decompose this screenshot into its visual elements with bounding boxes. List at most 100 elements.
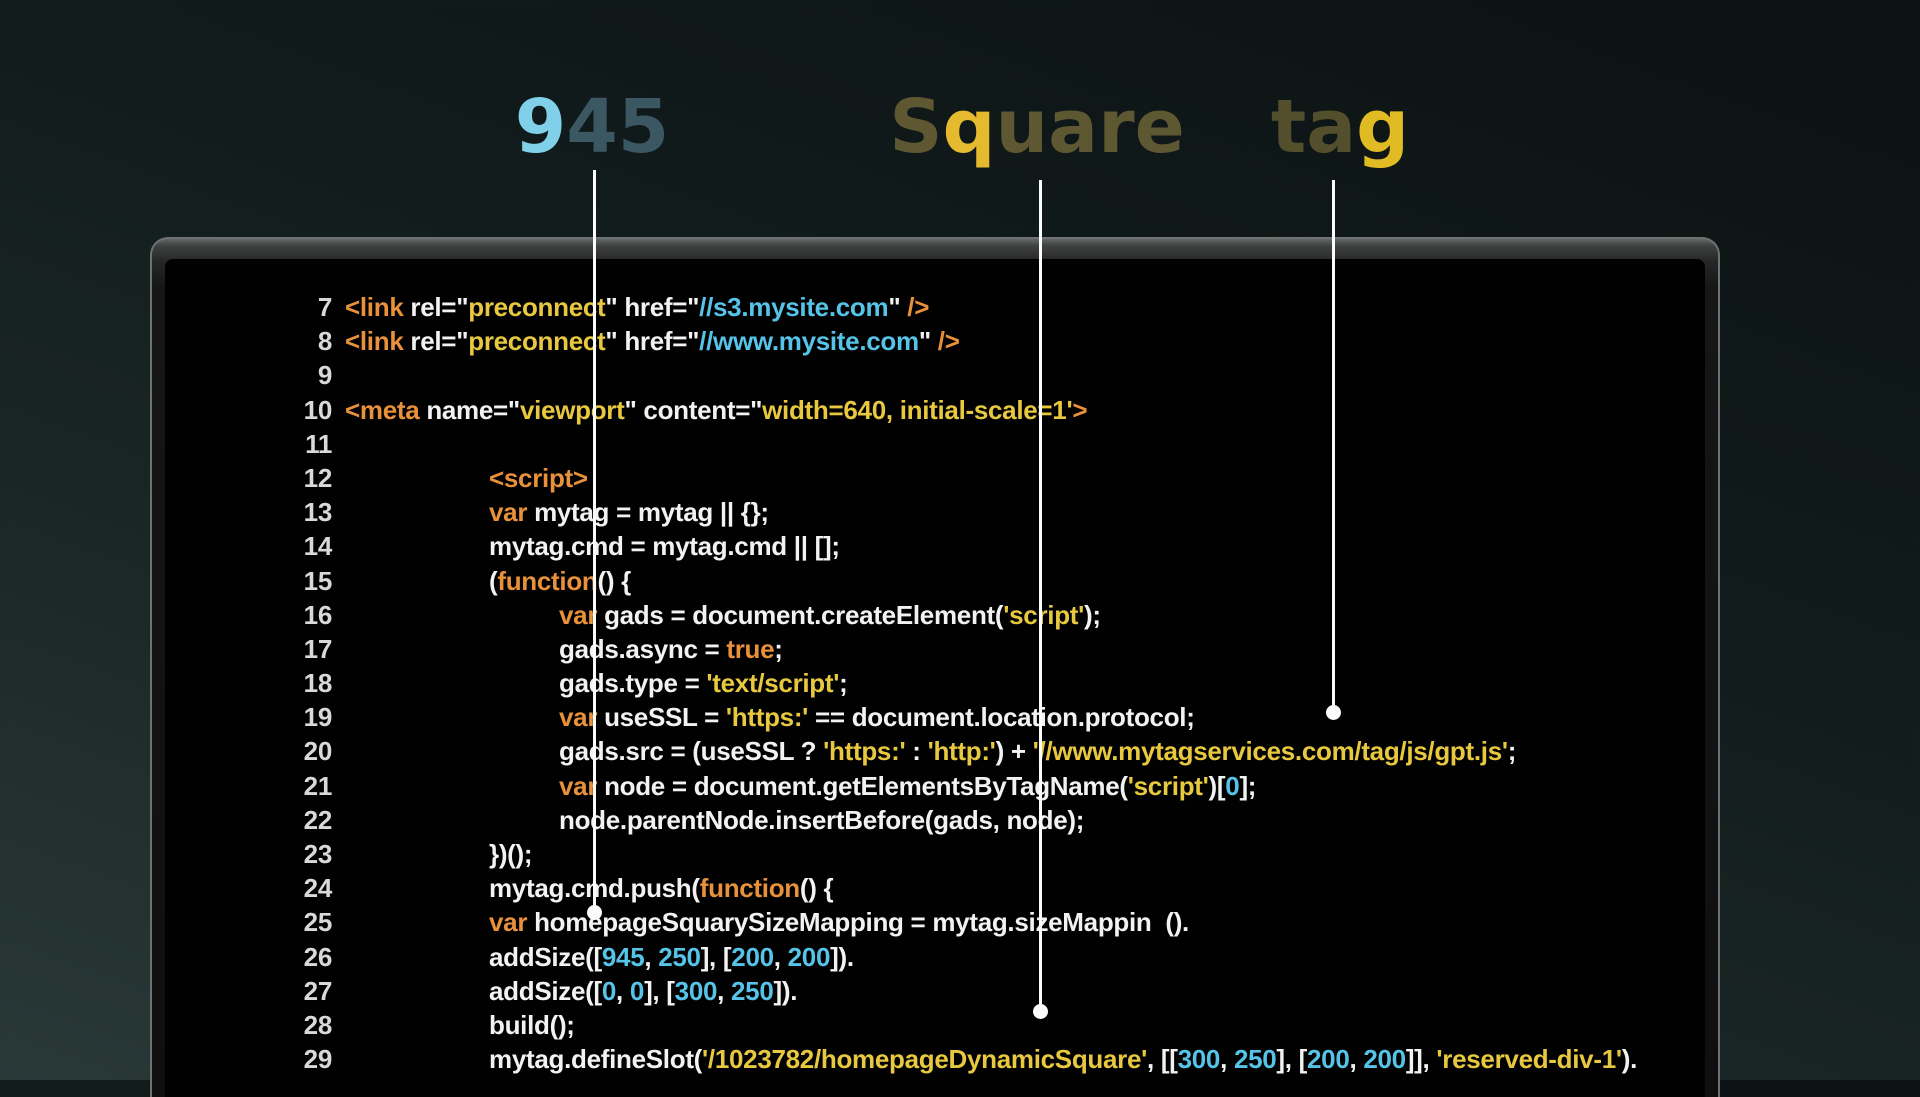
code-token: //www.mysite.com <box>699 326 919 357</box>
code-token: node.parentNode.insertBefore(gads, node)… <box>559 804 1085 835</box>
code-token: ); <box>1084 599 1101 630</box>
code-token: , <box>717 975 731 1006</box>
code-token: <link <box>345 292 404 322</box>
code-line: 23})(); <box>270 837 1637 871</box>
code-line: 26 addSize([945, 250], [200, 200]). <box>270 940 1637 974</box>
code-token: rel=" <box>403 292 469 322</box>
code-token: ) + <box>995 736 1033 767</box>
code-token: 300 <box>1177 1044 1221 1075</box>
code-line: 8 <link rel="preconnect" href="//www.mysi… <box>270 324 1637 358</box>
code-token: <link <box>345 326 404 357</box>
code-line: 18 gads.type = 'text/script'; <box>270 666 1637 700</box>
code-text: mytag.cmd = mytag.cmd || []; <box>345 529 840 563</box>
code-token: true <box>726 633 775 664</box>
code-token: ]). <box>830 941 854 972</box>
code-token: 0 <box>629 975 645 1006</box>
code-token: 200 <box>1363 1044 1406 1075</box>
code-token: ]; <box>1239 770 1257 801</box>
code-token: ]). <box>773 975 798 1006</box>
line-number: 7 <box>317 292 332 322</box>
code-token: var <box>559 599 598 630</box>
code-text: var homepageSquarySizeMapping = mytag.si… <box>345 905 1189 939</box>
code-line: 13 var mytag = mytag || {}; <box>270 495 1637 529</box>
code-token: function <box>699 873 800 904</box>
line-number: 20 <box>303 736 333 767</box>
line-number: 13 <box>303 497 333 528</box>
code-token: 'script' <box>1003 599 1085 630</box>
line-number: 24 <box>303 873 333 904</box>
code-token: gads.async = <box>559 633 727 664</box>
code-token: ], [ <box>1276 1044 1307 1075</box>
code-token: useSSL = <box>597 702 726 733</box>
code-line: 29 mytag.defineSlot('/1023782/homepageDyn… <box>270 1042 1638 1076</box>
code-line: 27 addSize([0, 0], [300, 250]). <box>270 974 1637 1008</box>
code-token: , <box>1220 1044 1234 1075</box>
line-number: 16 <box>303 599 333 630</box>
code-text: var mytag = mytag || {}; <box>345 495 769 529</box>
line-number: 11 <box>305 428 332 459</box>
code-token: 'reserved-div-1' <box>1436 1044 1622 1075</box>
line-number: 25 <box>303 907 333 938</box>
code-token: //s3.mysite.com <box>699 292 889 322</box>
code-line: 19 var useSSL = 'https:' == document.loca… <box>270 700 1637 734</box>
line-number: 22 <box>303 804 333 835</box>
code-token: mytag.defineSlot( <box>489 1044 703 1075</box>
code-line: 22 node.parentNode.insertBefore(gads, nod… <box>270 803 1637 837</box>
line-number: 17 <box>303 633 333 664</box>
line-number: 8 <box>317 326 332 357</box>
line-number: 27 <box>303 975 333 1006</box>
code-editor: 7 <link rel="preconnect" href="//s3.mysit… <box>270 290 1638 1076</box>
code-token: ; <box>1507 736 1517 767</box>
line-number: 14 <box>303 531 333 562</box>
code-line: 17 gads.async = true; <box>270 632 1637 666</box>
code-token: homepageSquarySizeMapping = mytag.sizeMa… <box>527 907 1189 938</box>
line-number: 28 <box>303 1009 333 1040</box>
code-token: " <box>918 326 938 357</box>
code-token: <script> <box>489 462 588 493</box>
code-token: function <box>497 565 598 596</box>
annotation-letter: 9 <box>514 84 567 170</box>
code-token: <meta <box>345 394 420 425</box>
code-line: 21 var node = document.getElementsByTagNa… <box>270 769 1637 803</box>
line-number: 21 <box>303 770 333 801</box>
code-token: " href=" <box>605 326 700 357</box>
code-text: gads.src = (useSSL ? 'https:' : 'http:')… <box>345 734 1516 768</box>
code-token: 0 <box>601 975 617 1006</box>
code-token: build(); <box>489 1009 575 1040</box>
code-line: 15 (function() { <box>270 564 1637 598</box>
code-token: 945 <box>601 941 645 972</box>
code-token: 200 <box>731 941 774 972</box>
code-line: 28 build(); <box>270 1008 1637 1042</box>
code-token: ; <box>839 668 848 699</box>
code-token: 'text/script' <box>706 668 840 699</box>
code-token: viewport <box>519 394 625 425</box>
line-number: 10 <box>303 394 333 425</box>
code-token: mytag.cmd.push( <box>489 873 700 904</box>
code-token: > <box>1072 394 1088 425</box>
annotation-label-945: 945 <box>515 90 669 164</box>
code-token: node = document.getElementsByTagName( <box>597 770 1128 801</box>
code-token: " href=" <box>605 292 700 322</box>
line-number: 26 <box>303 941 333 972</box>
code-text: var node = document.getElementsByTagName… <box>345 769 1256 803</box>
code-token: var <box>559 770 598 801</box>
code-token: " content=" <box>624 394 763 425</box>
code-token: gads.src = (useSSL ? <box>559 736 824 767</box>
code-text: <link rel="preconnect" href="//www.mysit… <box>345 324 960 358</box>
code-token: })(); <box>489 839 533 869</box>
line-number: 9 <box>317 360 332 391</box>
code-token: 0 <box>1225 770 1240 801</box>
code-text: })(); <box>345 837 533 871</box>
code-token: 300 <box>674 975 718 1006</box>
code-token: gads = document.createElement( <box>597 599 1004 630</box>
code-token: , <box>1349 1044 1364 1075</box>
code-token: width=640, initial-scale=1' <box>762 394 1073 425</box>
code-token: 250 <box>731 975 774 1006</box>
code-text: var gads = document.createElement('scrip… <box>345 598 1101 632</box>
code-token: name=" <box>419 394 520 425</box>
code-token: ]], <box>1405 1044 1437 1075</box>
code-token: /> <box>937 326 960 357</box>
code-line: 25 var homepageSquarySizeMapping = mytag.… <box>270 905 1637 939</box>
code-text: <meta name="viewport" content="width=640… <box>345 393 1088 427</box>
code-token: : <box>905 736 928 767</box>
